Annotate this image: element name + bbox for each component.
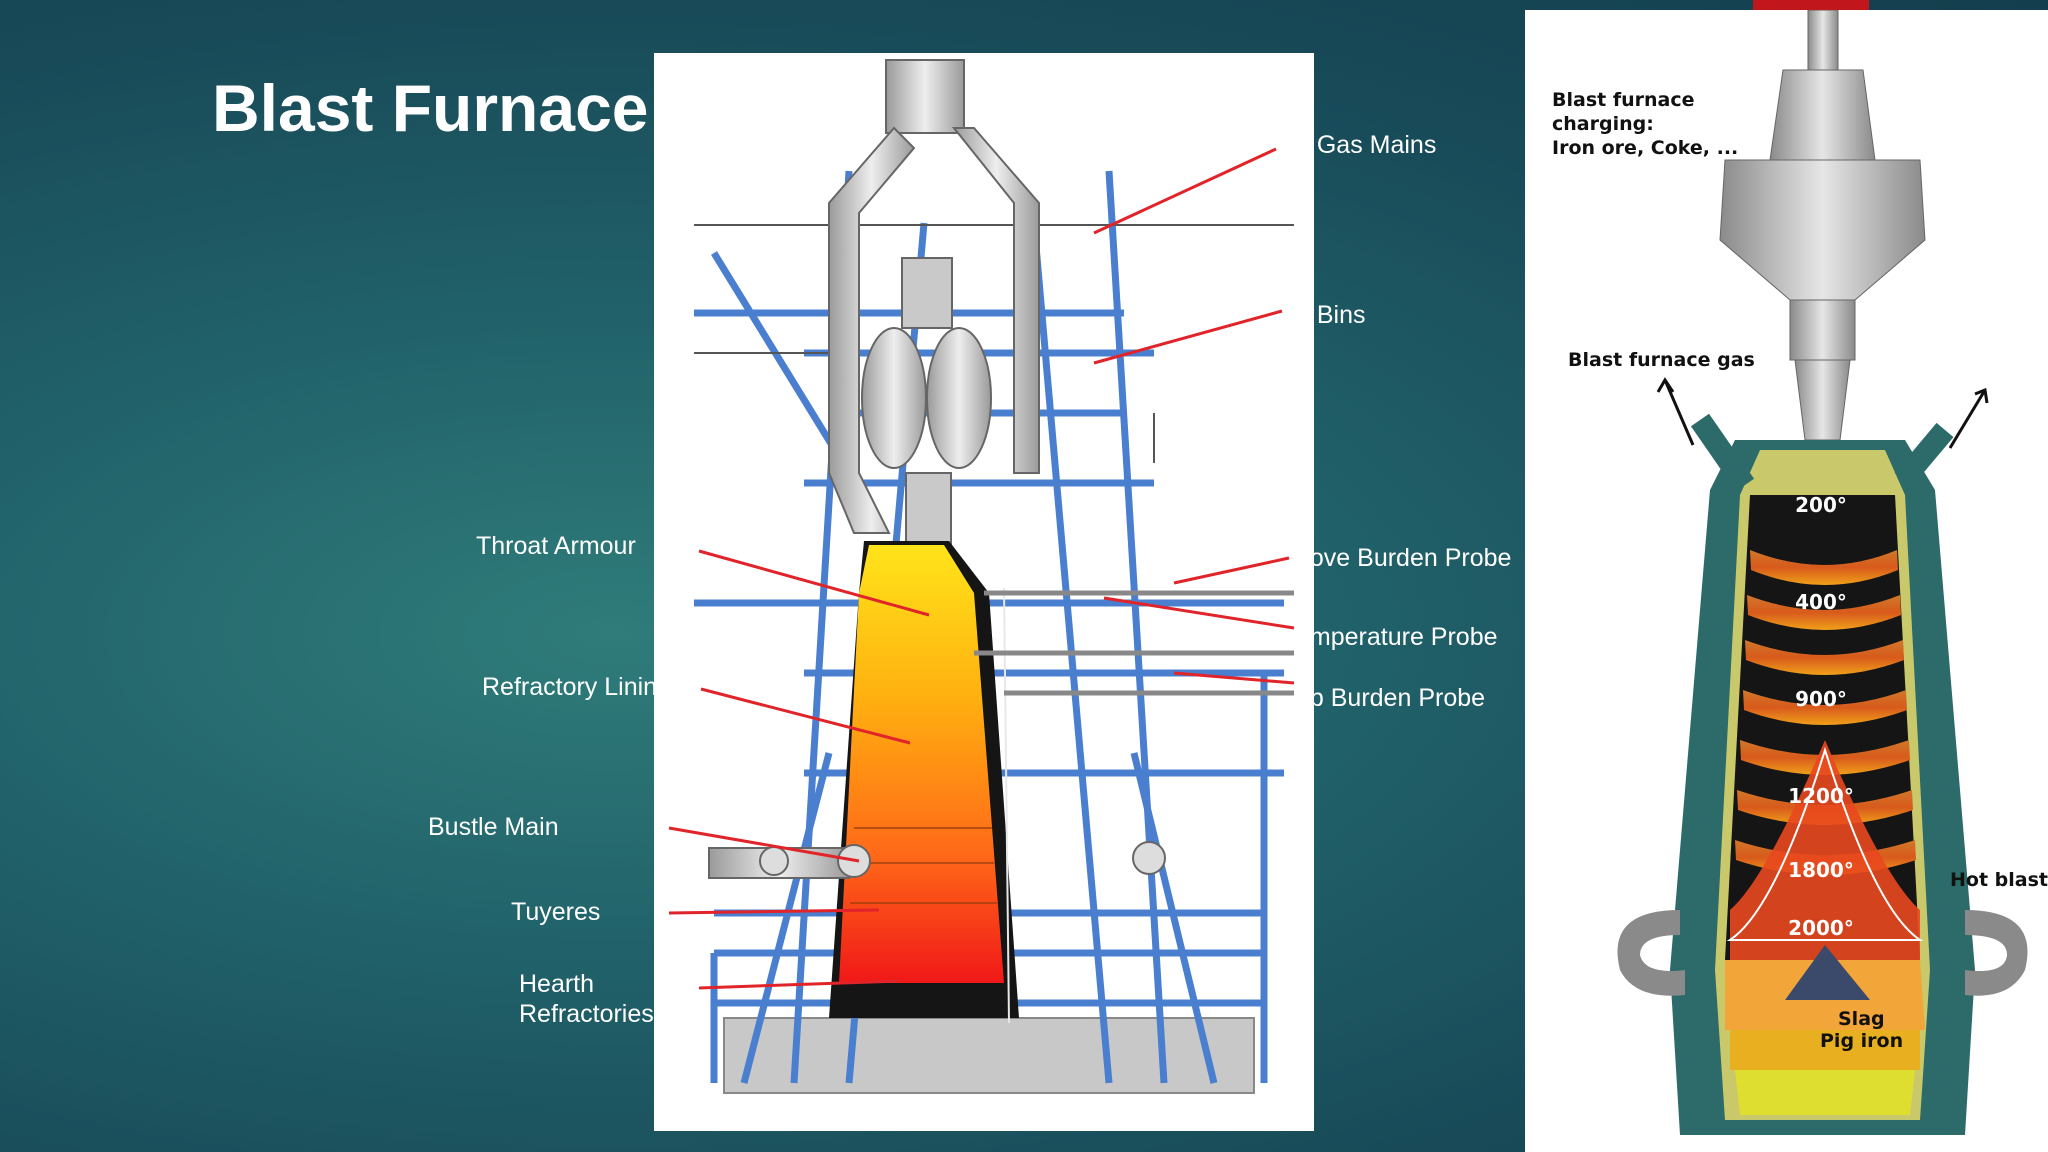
label-slag: Slag bbox=[1838, 1008, 1885, 1030]
label-top-bins: p Bins bbox=[1296, 301, 1366, 329]
temp-label-400: 400° bbox=[1795, 590, 1847, 614]
label-hot-blast: Hot blast bbox=[1950, 869, 2048, 891]
label-throat-armour: Throat Armour bbox=[476, 532, 636, 560]
label-gas-mains: o Gas Mains bbox=[1296, 131, 1437, 159]
furnace-cross-section-panel bbox=[654, 53, 1314, 1131]
label-charging: Blast furnace charging: Iron ore, Coke, … bbox=[1552, 89, 1739, 159]
label-pig-iron: Pig iron bbox=[1820, 1030, 1904, 1052]
top-bins bbox=[861, 257, 992, 584]
label-hearth-line2: Refractories bbox=[519, 1000, 654, 1028]
temp-label-1800: 1800° bbox=[1788, 858, 1854, 882]
temp-label-200: 200° bbox=[1795, 493, 1847, 517]
furnace-cross-section-diagram bbox=[668, 59, 1295, 1094]
label-temperature-probe: emperature Probe bbox=[1296, 623, 1498, 651]
label-sub-burden-probe: ub Burden Probe bbox=[1296, 684, 1486, 712]
temp-label-900: 900° bbox=[1795, 687, 1847, 711]
temperature-profile-panel: Blast furnace charging: Iron ore, Coke, … bbox=[1525, 10, 2048, 1152]
label-refractory-lining: Refractory Linin bbox=[482, 673, 658, 701]
label-tuyeres: Tuyeres bbox=[511, 898, 601, 926]
charging-hopper bbox=[1719, 10, 1926, 441]
label-above-burden-probe: bove Burden Probe bbox=[1296, 544, 1512, 572]
label-blast-furnace-gas: Blast furnace gas bbox=[1568, 349, 1755, 371]
label-hearth-line1: Hearth bbox=[519, 970, 595, 998]
slide-title: Blast Furnace bbox=[212, 71, 649, 145]
label-bustle-main: Bustle Main bbox=[428, 813, 559, 841]
temperature-profile-diagram bbox=[1617, 10, 2028, 1135]
temp-label-2000: 2000° bbox=[1788, 916, 1854, 940]
temp-label-1200: 1200° bbox=[1788, 784, 1854, 808]
accent-tab bbox=[1753, 0, 1869, 10]
